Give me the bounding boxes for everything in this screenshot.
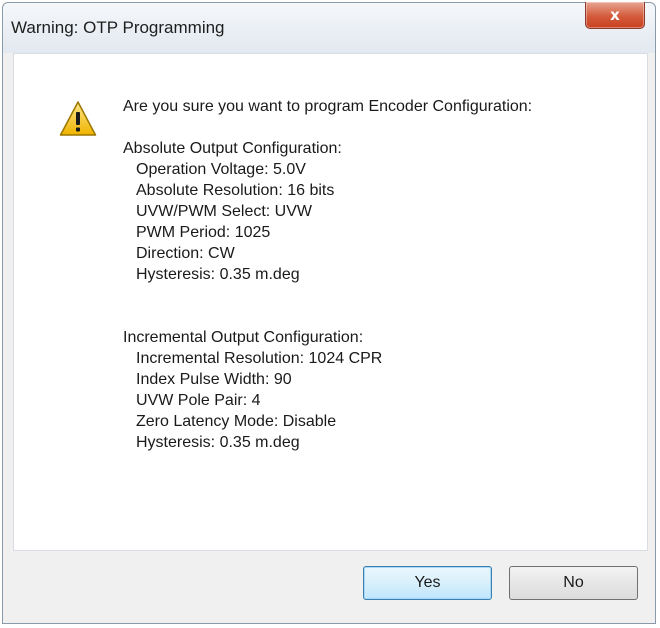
- absolute-config-item: UVW/PWM Select: UVW: [136, 203, 313, 220]
- absolute-config-item: PWM Period: 1025: [136, 224, 271, 241]
- warning-triangle-icon: [59, 101, 97, 136]
- warning-dialog: Warning: OTP Programming x Are you sure …: [2, 2, 656, 624]
- yes-button[interactable]: Yes: [363, 566, 492, 600]
- no-button-label: No: [563, 574, 584, 591]
- absolute-config-item: Direction: CW: [136, 245, 235, 262]
- incremental-config-heading: Incremental Output Configuration:: [123, 329, 364, 346]
- absolute-config-heading: Absolute Output Configuration:: [123, 140, 342, 157]
- title-bar[interactable]: Warning: OTP Programming x: [3, 2, 655, 53]
- incremental-config-item: Index Pulse Width: 90: [136, 371, 292, 388]
- button-bar: Yes No: [13, 549, 646, 623]
- message-text: Are you sure you want to program Encoder…: [123, 96, 532, 453]
- incremental-config-item: Zero Latency Mode: Disable: [136, 413, 337, 430]
- incremental-config-item: UVW Pole Pair: 4: [136, 392, 261, 409]
- close-icon: x: [610, 6, 620, 24]
- absolute-config-item: Operation Voltage: 5.0V: [136, 161, 306, 178]
- absolute-config-item: Absolute Resolution: 16 bits: [136, 182, 335, 199]
- confirm-question: Are you sure you want to program Encoder…: [123, 98, 533, 115]
- window-title: Warning: OTP Programming: [11, 18, 225, 37]
- no-button[interactable]: No: [509, 566, 638, 600]
- close-button[interactable]: x: [585, 2, 645, 29]
- yes-button-label: Yes: [414, 574, 441, 591]
- incremental-config-item: Incremental Resolution: 1024 CPR: [136, 350, 383, 367]
- message-area: Are you sure you want to program Encoder…: [13, 53, 648, 551]
- incremental-config-item: Hysteresis: 0.35 m.deg: [136, 434, 300, 451]
- absolute-config-item: Hysteresis: 0.35 m.deg: [136, 266, 300, 283]
